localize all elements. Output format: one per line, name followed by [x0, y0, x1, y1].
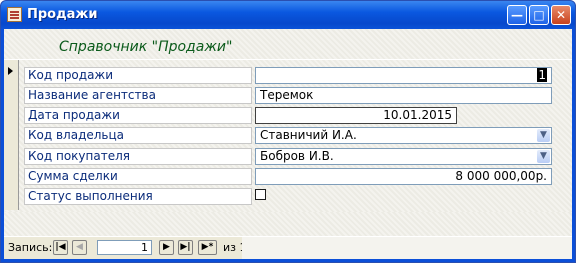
maximize-button[interactable]: □ — [529, 5, 549, 25]
form-header: Справочник "Продажи" — [4, 29, 572, 59]
new-record-button[interactable]: ▶* — [198, 240, 217, 255]
deal-amount-field[interactable]: 8 000 000,00р. — [255, 168, 552, 185]
first-record-button[interactable]: |◀ — [53, 240, 68, 255]
status-label: Статус выполнения — [24, 188, 252, 205]
minimize-button[interactable]: — — [507, 5, 527, 25]
chevron-down-icon[interactable]: ▼ — [537, 150, 550, 163]
buyer-code-combobox[interactable]: Бобров И.В. ▼ — [255, 148, 552, 165]
window-title: Продажи — [27, 7, 98, 22]
form-body: Справочник "Продажи" Код продажи 1 Назва… — [4, 29, 572, 259]
sale-id-field[interactable]: 1 — [255, 67, 552, 84]
sale-date-label: Дата продажи — [24, 107, 252, 124]
owner-code-value: Ставничий И.А. — [260, 128, 357, 142]
status-checkbox[interactable] — [255, 189, 266, 200]
sale-id-label: Код продажи — [24, 67, 252, 84]
form-detail: Код продажи 1 Название агентства Теремок… — [4, 59, 572, 213]
form-caption: Справочник "Продажи" — [59, 39, 233, 55]
record-navigation-bar: Запись: |◀ ◀ 1 ▶ ▶| ▶* из 12 — [4, 236, 572, 259]
sale-id-value: 1 — [537, 68, 547, 82]
agency-name-field[interactable]: Теремок — [255, 87, 552, 104]
agency-name-label: Название агентства — [24, 87, 252, 104]
owner-code-combobox[interactable]: Ставничий И.А. ▼ — [255, 127, 552, 144]
sale-date-field[interactable]: 10.01.2015 — [255, 107, 457, 124]
title-bar[interactable]: Продажи — □ ✕ — [1, 1, 575, 29]
form-footer — [4, 212, 572, 237]
buyer-code-label: Код покупателя — [24, 148, 252, 165]
record-label: Запись: — [8, 241, 53, 254]
deal-amount-label: Сумма сделки — [24, 168, 252, 185]
current-record-arrow-icon — [8, 67, 13, 75]
horizontal-scroll-area — [242, 237, 572, 259]
chevron-down-icon[interactable]: ▼ — [537, 129, 550, 142]
prev-record-button[interactable]: ◀ — [72, 240, 87, 255]
buyer-code-value: Бобров И.В. — [260, 149, 334, 163]
owner-code-label: Код владельца — [24, 127, 252, 144]
record-selector[interactable] — [4, 60, 19, 210]
next-record-button[interactable]: ▶ — [159, 240, 174, 255]
form-window: Продажи — □ ✕ Справочник "Продажи" Код п… — [0, 0, 576, 263]
form-icon — [7, 7, 22, 22]
close-button[interactable]: ✕ — [551, 5, 571, 25]
last-record-button[interactable]: ▶| — [178, 240, 193, 255]
current-record-input[interactable]: 1 — [97, 240, 152, 255]
